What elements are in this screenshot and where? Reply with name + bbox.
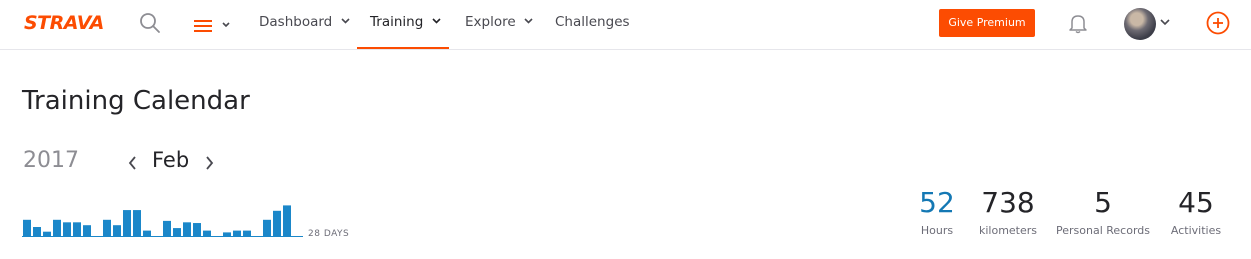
hamburger-menu-icon[interactable] bbox=[192, 14, 234, 36]
day-bar[interactable] bbox=[43, 231, 51, 236]
year-label: 2017 bbox=[23, 148, 79, 173]
day-bar[interactable] bbox=[203, 230, 211, 236]
day-bar[interactable] bbox=[283, 205, 291, 236]
day-bar[interactable] bbox=[113, 225, 121, 236]
stat-personal-records: 5 Personal Records bbox=[1053, 186, 1153, 237]
give-premium-button[interactable]: Give Premium bbox=[939, 9, 1035, 37]
avatar[interactable] bbox=[1124, 8, 1156, 40]
stat-personal-records-value: 5 bbox=[1094, 186, 1112, 219]
day-bar[interactable] bbox=[63, 222, 71, 236]
day-bar[interactable] bbox=[273, 210, 281, 236]
chevron-down-icon bbox=[432, 18, 441, 24]
day-bar[interactable] bbox=[243, 230, 251, 236]
page-title: Training Calendar bbox=[22, 86, 250, 116]
day-bar[interactable] bbox=[133, 210, 141, 236]
day-bar[interactable] bbox=[103, 219, 111, 236]
nav-explore-label: Explore bbox=[465, 14, 516, 30]
stat-hours: 52 Hours bbox=[912, 186, 962, 237]
stat-kilometers-value: 738 bbox=[981, 186, 1035, 219]
nav-explore[interactable]: Explore bbox=[465, 0, 533, 49]
nav-challenges[interactable]: Challenges bbox=[555, 0, 630, 49]
stat-hours-value: 52 bbox=[919, 186, 955, 219]
stat-kilometers-label: kilometers bbox=[978, 224, 1038, 237]
day-bar[interactable] bbox=[23, 219, 31, 236]
day-bar[interactable] bbox=[33, 227, 41, 236]
chevron-down-icon bbox=[524, 18, 533, 24]
day-bar[interactable] bbox=[193, 223, 201, 236]
nav-dashboard-label: Dashboard bbox=[259, 14, 333, 30]
day-bar[interactable] bbox=[163, 220, 171, 236]
strava-logo[interactable]: STRAVA bbox=[24, 12, 104, 34]
activity-bar-chart bbox=[22, 205, 303, 237]
day-bar[interactable] bbox=[83, 225, 91, 236]
stat-kilometers: 738 kilometers bbox=[972, 186, 1044, 237]
nav-training[interactable]: Training bbox=[357, 0, 449, 49]
day-bar[interactable] bbox=[73, 222, 81, 236]
day-bar[interactable] bbox=[123, 210, 131, 236]
month-label: Feb bbox=[152, 148, 190, 172]
bell-icon[interactable] bbox=[1067, 12, 1089, 34]
day-bar[interactable] bbox=[183, 222, 191, 236]
day-bar[interactable] bbox=[233, 230, 241, 236]
day-bar[interactable] bbox=[143, 230, 151, 236]
top-navigation-bar: STRAVA Dashboard Training Explore Challe… bbox=[0, 0, 1251, 50]
stat-activities: 45 Activities bbox=[1166, 186, 1226, 237]
add-circle-icon[interactable] bbox=[1206, 11, 1230, 35]
search-icon[interactable] bbox=[138, 11, 162, 35]
chevron-right-icon[interactable] bbox=[202, 154, 216, 172]
chevron-down-icon bbox=[340, 18, 350, 24]
nav-dashboard[interactable]: Dashboard bbox=[259, 0, 350, 49]
day-bar[interactable] bbox=[223, 232, 231, 236]
nav-training-label: Training bbox=[370, 14, 424, 30]
stat-activities-value: 45 bbox=[1178, 186, 1214, 219]
stat-hours-label: Hours bbox=[920, 224, 954, 237]
day-bar[interactable] bbox=[263, 219, 271, 236]
days-label: 28 DAYS bbox=[308, 229, 350, 239]
day-bar[interactable] bbox=[173, 228, 181, 236]
stat-activities-label: Activities bbox=[1170, 224, 1222, 237]
stat-personal-records-label: Personal Records bbox=[1056, 224, 1150, 237]
day-bar[interactable] bbox=[53, 219, 61, 236]
chevron-down-icon[interactable] bbox=[1160, 19, 1170, 26]
nav-challenges-label: Challenges bbox=[555, 14, 630, 30]
chevron-left-icon[interactable] bbox=[126, 154, 140, 172]
